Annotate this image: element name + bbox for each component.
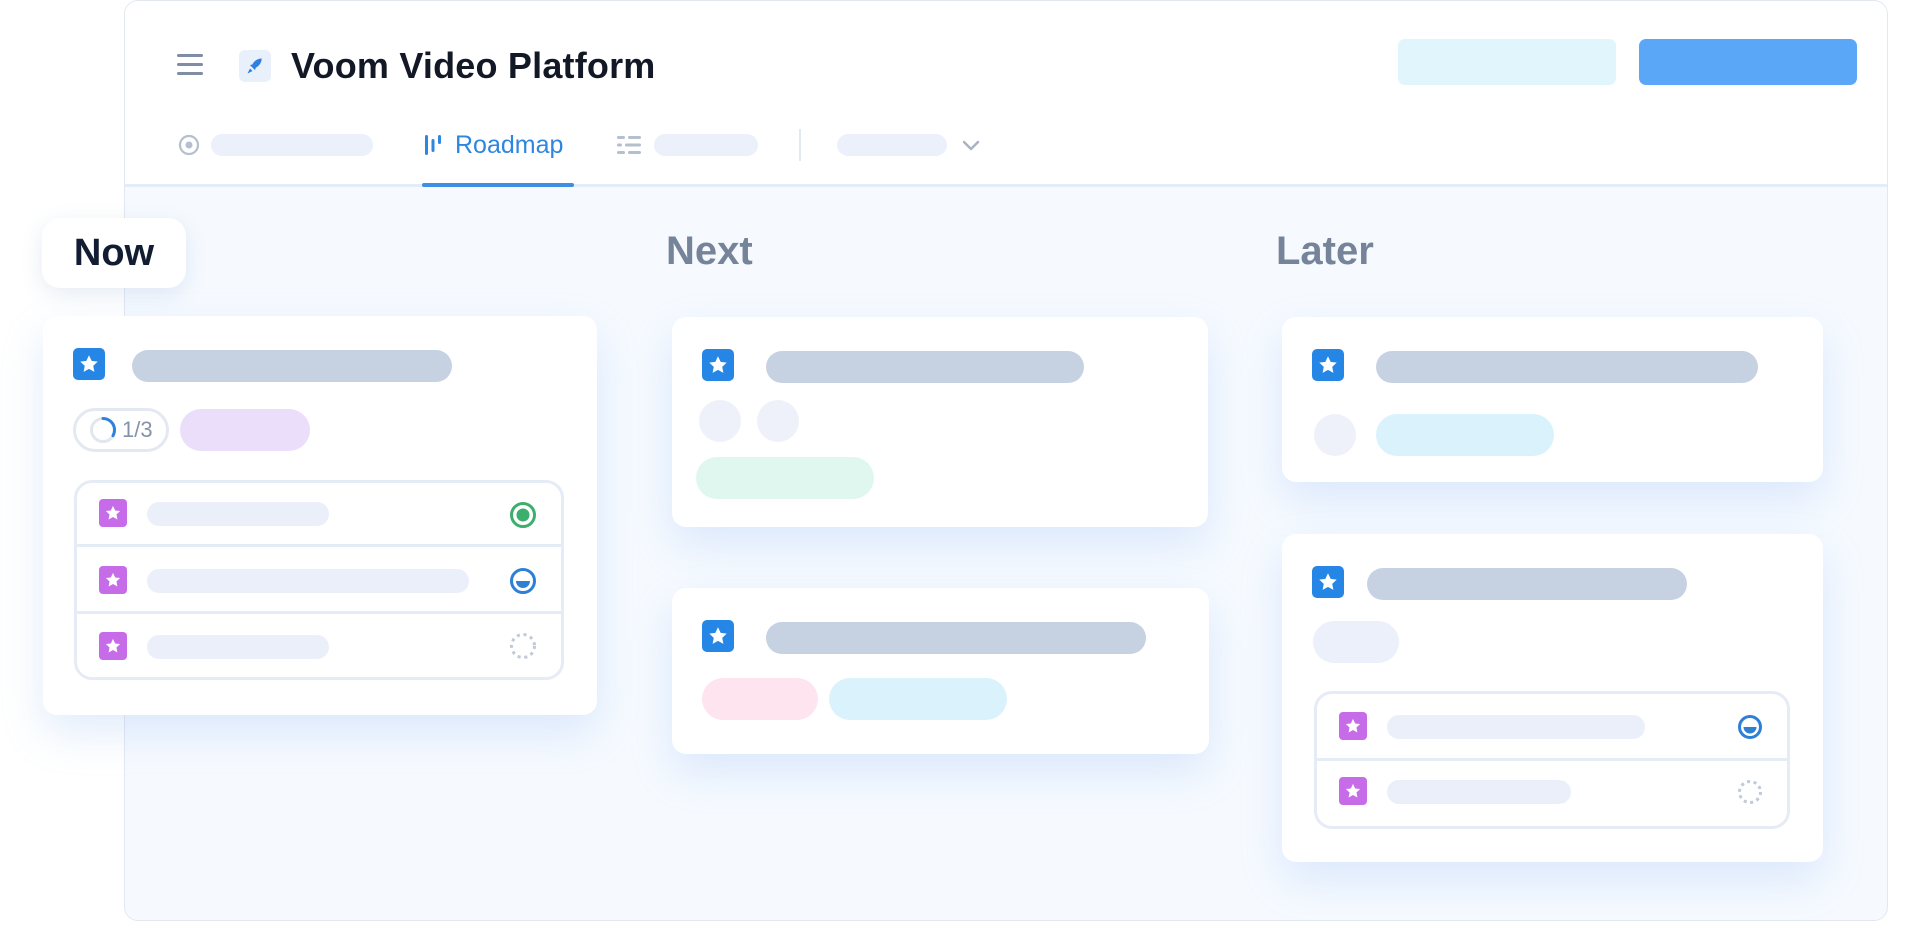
secondary-action-button[interactable] <box>1398 39 1616 85</box>
avatar <box>699 400 741 442</box>
tag-chip <box>180 409 310 451</box>
subitem-star-icon <box>99 499 127 527</box>
subitem-title <box>147 502 329 526</box>
roadmap-card[interactable] <box>672 317 1208 527</box>
roadmap-icon <box>425 135 441 155</box>
tab-roadmap[interactable]: Roadmap <box>423 125 563 165</box>
tag-chip <box>829 678 1007 720</box>
progress-count: 1/3 <box>122 417 153 442</box>
tab-roadmap-label: Roadmap <box>455 130 564 159</box>
avatar <box>1314 414 1356 456</box>
subitem-title <box>1387 780 1571 804</box>
status-in-progress-icon <box>1737 714 1763 745</box>
feature-star-icon <box>702 349 734 381</box>
tag-chip <box>702 678 818 720</box>
status-in-progress-icon <box>509 567 537 600</box>
tab-overview[interactable] <box>177 125 373 165</box>
subitem-star-icon <box>1339 712 1367 740</box>
feature-star-icon <box>702 620 734 652</box>
subitem-star-icon <box>99 632 127 660</box>
subitem-title <box>147 569 469 593</box>
card-title <box>1367 568 1687 600</box>
active-tab-indicator <box>422 183 574 187</box>
tab-divider <box>799 129 801 161</box>
column-title-now: Now <box>42 218 186 288</box>
subitem-row[interactable] <box>1317 694 1787 761</box>
card-title <box>766 622 1146 654</box>
chevron-down-icon <box>962 140 980 151</box>
list-icon <box>617 136 641 154</box>
subitem-star-icon <box>1339 777 1367 805</box>
column-title-next: Next <box>666 229 753 273</box>
view-dropdown[interactable] <box>837 125 983 165</box>
subitem-row[interactable] <box>77 614 561 677</box>
column-title-later: Later <box>1276 229 1374 273</box>
card-title <box>766 351 1084 383</box>
subitem-list <box>1314 691 1790 829</box>
tag-chip <box>696 457 874 499</box>
subitem-row[interactable] <box>77 483 561 547</box>
subitem-title <box>147 635 329 659</box>
roadmap-card[interactable] <box>1282 534 1823 862</box>
subitem-row[interactable] <box>77 547 561 614</box>
app-header: Voom Video Platform Roadmap <box>125 1 1887 187</box>
primary-action-button[interactable] <box>1639 39 1857 85</box>
feature-star-icon <box>1312 566 1344 598</box>
progress-badge: 1/3 <box>73 408 169 452</box>
subitem-star-icon <box>99 566 127 594</box>
subitem-list <box>74 480 564 680</box>
avatar <box>757 400 799 442</box>
progress-ring-icon <box>90 417 116 443</box>
tag-chip <box>1376 414 1554 456</box>
card-title <box>132 350 452 382</box>
status-not-started-icon <box>509 632 537 665</box>
feature-star-icon <box>1312 349 1344 381</box>
card-title <box>1376 351 1758 383</box>
tab-list[interactable] <box>616 125 758 165</box>
roadmap-card[interactable]: 1/3 <box>43 316 597 715</box>
rocket-icon <box>239 50 271 82</box>
status-not-started-icon <box>1737 779 1763 810</box>
tag-chip <box>1313 621 1399 663</box>
subitem-row[interactable] <box>1317 761 1787 826</box>
app-title: Voom Video Platform <box>291 45 656 86</box>
roadmap-card[interactable] <box>1282 317 1823 482</box>
roadmap-card[interactable] <box>672 588 1209 754</box>
status-complete-icon <box>509 501 537 534</box>
hamburger-menu-icon[interactable] <box>177 54 203 76</box>
feature-star-icon <box>73 348 105 380</box>
target-icon <box>178 134 200 156</box>
subitem-title <box>1387 715 1645 739</box>
